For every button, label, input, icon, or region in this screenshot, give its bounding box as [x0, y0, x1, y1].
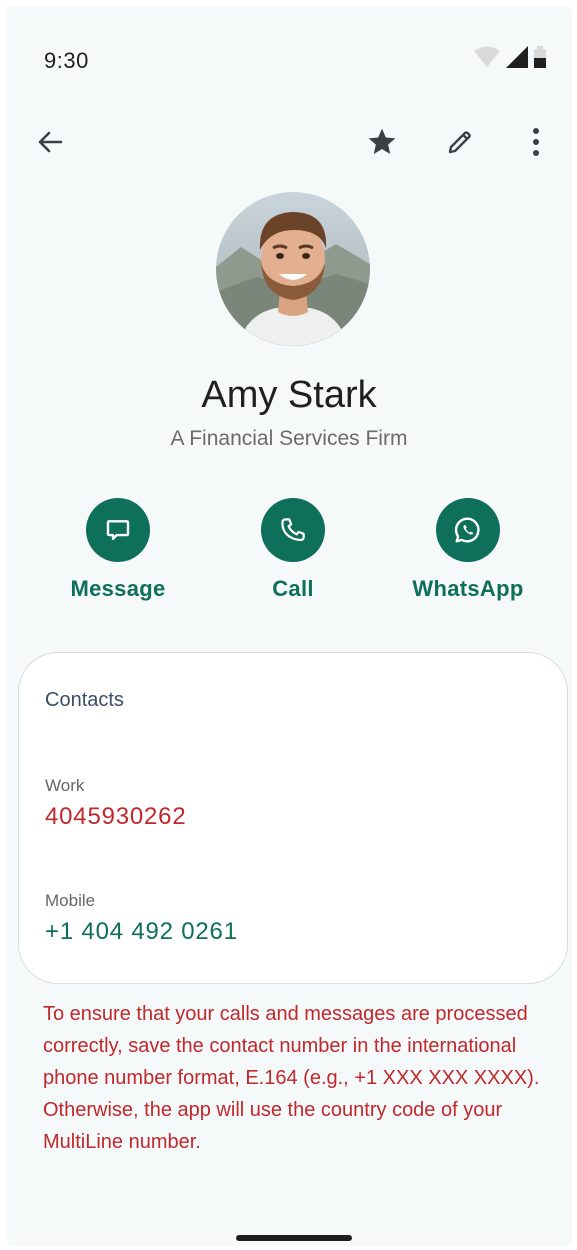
phone-format-warning: To ensure that your calls and messages a…	[43, 1003, 540, 1153]
call-action-label: Call	[272, 576, 314, 601]
call-action-circle[interactable]	[261, 498, 325, 562]
home-indicator[interactable]	[236, 1235, 352, 1241]
whatsapp-icon	[454, 517, 480, 543]
wifi-icon	[474, 46, 500, 67]
contacts-card-title: Contacts	[45, 689, 124, 711]
arrow-left-icon	[38, 131, 63, 153]
work-label: Work	[45, 776, 85, 795]
message-action-button[interactable]: Message	[33, 498, 203, 602]
contact-name: Amy Stark	[201, 374, 377, 416]
whatsapp-action-circle[interactable]	[436, 498, 500, 562]
status-icons	[474, 46, 546, 68]
whatsapp-action-label: WhatsApp	[412, 576, 524, 601]
contacts-card: Contacts Work 4045930262 Mobile +1 404 4…	[18, 652, 568, 984]
more-options-button[interactable]	[514, 120, 558, 164]
signal-icon	[506, 46, 528, 68]
call-action-button[interactable]: Call	[208, 498, 378, 602]
message-icon	[106, 520, 130, 540]
favorite-button[interactable]	[360, 120, 404, 164]
status-time: 9:30	[44, 48, 89, 73]
contact-company: A Financial Services Firm	[170, 427, 408, 450]
avatar	[216, 192, 370, 346]
message-action-label: Message	[70, 576, 166, 601]
work-phone-number[interactable]: 4045930262	[45, 803, 186, 831]
battery-icon	[534, 46, 546, 68]
star-icon	[368, 128, 396, 154]
phone-icon	[281, 518, 305, 542]
whatsapp-action-button[interactable]: WhatsApp	[383, 498, 553, 602]
back-button[interactable]	[28, 120, 72, 164]
edit-button[interactable]	[438, 120, 482, 164]
mobile-label: Mobile	[45, 891, 96, 910]
message-action-circle[interactable]	[86, 498, 150, 562]
phone-screen: 9:30 Amy Stark A Financial Services Firm…	[6, 6, 572, 1246]
mobile-phone-number[interactable]: +1 404 492 0261	[45, 918, 238, 946]
more-vertical-icon	[533, 128, 539, 156]
pencil-icon	[448, 131, 471, 154]
